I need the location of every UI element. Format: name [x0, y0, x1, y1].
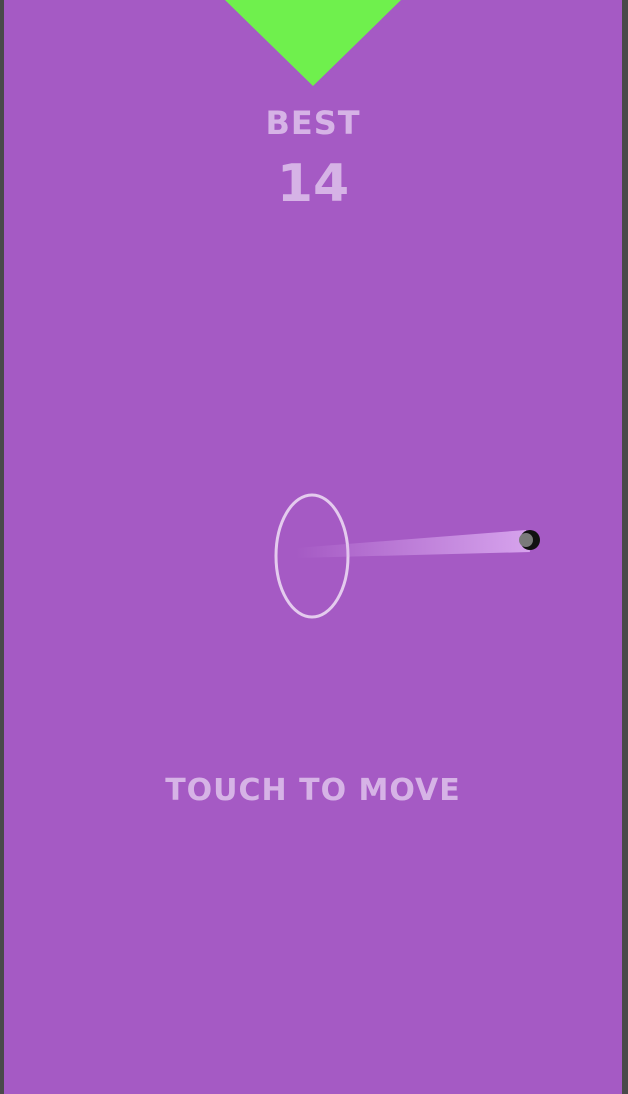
ball-highlight: [519, 533, 533, 547]
touch-hint: TOUCH TO MOVE: [165, 773, 461, 808]
playfield: [274, 493, 540, 619]
ball-trail: [296, 530, 530, 558]
game-screen[interactable]: BEST 14 TOUCH TO MOVE: [4, 0, 622, 1094]
